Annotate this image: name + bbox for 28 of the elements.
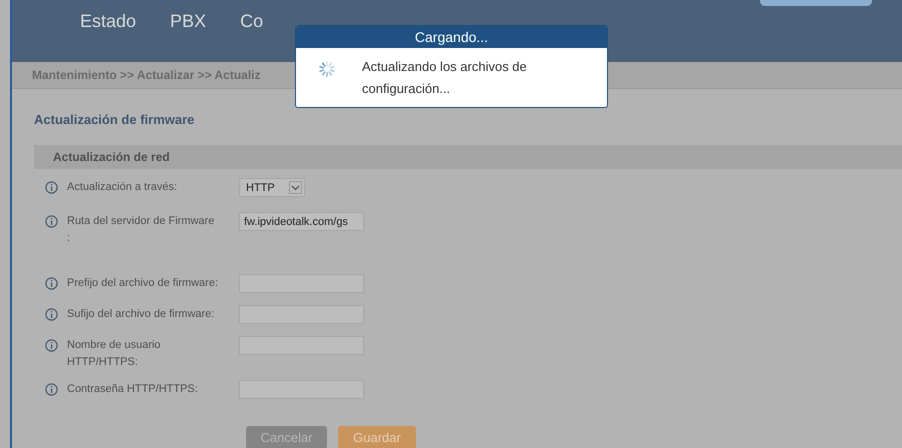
section-title: Actualización de red [53,150,170,164]
info-icon[interactable] [45,308,58,321]
info-icon[interactable] [45,383,58,396]
info-icon[interactable] [45,339,58,352]
field-label: Sufijo del archivo de firmware: [67,307,216,322]
info-icon[interactable] [45,215,58,228]
breadcrumb: Mantenimiento >> Actualizar >> Actualiz [32,68,261,82]
field-label: Actualización a través: [67,180,178,195]
loading-spinner-icon [318,60,336,78]
page-title: Actualización de firmware [34,112,196,127]
caret-icon [291,184,300,190]
input-field[interactable] [239,274,364,293]
input-field[interactable]: fw.ipvideotalk.com/gs [239,212,364,231]
input-field[interactable] [239,336,364,355]
field-label: Ruta del servidor de Firmware : [67,214,216,246]
info-icon[interactable] [45,277,58,290]
field-label: Nombre de usuario HTTP/HTTPS: [67,338,162,370]
info-icon[interactable] [45,181,58,194]
protocol-dropdown[interactable]: HTTP [239,178,305,197]
nav-tab[interactable]: Estado [80,12,136,30]
field-label: Prefijo del archivo de firmware: [67,276,220,291]
password-field[interactable] [239,380,364,399]
field-label: Contraseña HTTP/HTTPS: [67,382,199,397]
dialog-message: Actualizando los archivos de configuración... [362,58,528,98]
dialog-title: Cargando... [296,26,607,48]
input-field[interactable] [239,305,364,324]
nav-tab[interactable]: Co [240,12,264,30]
nav-tab[interactable]: PBX [170,12,206,30]
